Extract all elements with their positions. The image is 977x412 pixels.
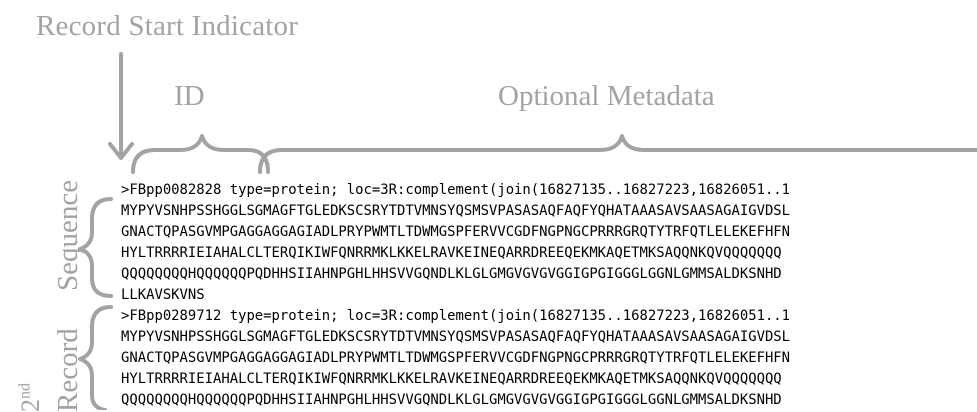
fasta-header-line: >FBpp0289712 type=protein; loc=3R:comple… xyxy=(121,308,791,324)
optional-metadata-brace xyxy=(258,134,977,174)
sequence-line: GNACTQPASGVMPGAGGAGGAGIADLPRYPWMTLTDWMGS… xyxy=(121,350,791,366)
record-label: Record xyxy=(52,328,84,412)
optional-metadata-label: Optional Metadata xyxy=(498,80,715,112)
sequence-line: HYLTRRRRIEIAHALCLTERQIKIWFQNRRMKLKKELRAV… xyxy=(121,245,782,261)
id-brace xyxy=(131,134,270,174)
sequence-line: LLKAVSKVNS xyxy=(121,287,205,303)
sequence-line: HYLTRRRRIEIAHALCLTERQIKIWFQNRRMKLKKELRAV… xyxy=(121,371,782,387)
record-start-indicator-label: Record Start Indicator xyxy=(36,10,299,42)
fasta-header-line: >FBpp0082828 type=protein; loc=3R:comple… xyxy=(121,182,791,198)
second-record-ordinal-label: 2nd xyxy=(16,383,46,412)
fasta-text-block: >FBpp0082828 type=protein; loc=3R:comple… xyxy=(121,180,790,411)
ordinal-number: 2 xyxy=(16,399,45,412)
sequence-line: MYPYVSNHPSSHGGLSGMAGFTGLEDKSCSRYTDTVMNSY… xyxy=(121,329,791,345)
sequence-line: MYPYVSNHPSSHGGLSGMAGFTGLEDKSCSRYTDTVMNSY… xyxy=(121,203,791,219)
sequence-line: GNACTQPASGVMPGAGGAGGAGIADLPRYPWMTLTDWMGS… xyxy=(121,224,791,240)
sequence-line: QQQQQQQQHQQQQQQPQDHHSIIAHNPGHLHHSVVGQNDL… xyxy=(121,392,782,408)
id-label: ID xyxy=(174,80,205,112)
ordinal-suffix: nd xyxy=(16,383,34,399)
sequence-line: QQQQQQQQHQQQQQQPQDHHSIIAHNPGHLHHSVVGQNDL… xyxy=(121,266,782,282)
sequence-label: Sequence xyxy=(52,179,84,291)
record-start-arrowhead xyxy=(108,142,134,160)
